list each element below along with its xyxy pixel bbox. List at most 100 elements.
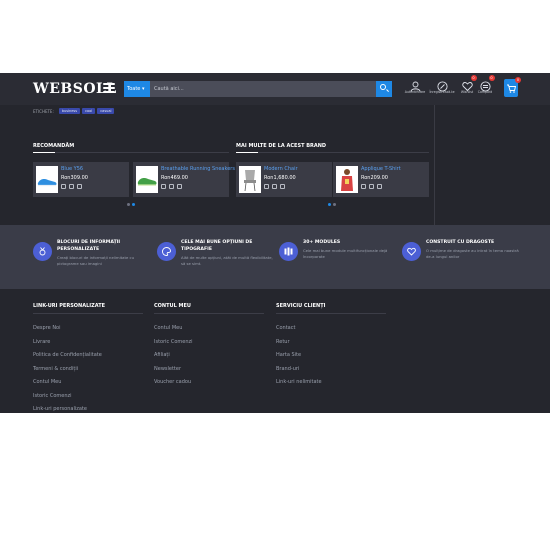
product-price: Ron1,680.00 <box>264 175 296 181</box>
wishlist-icon[interactable] <box>169 184 174 189</box>
tag-link[interactable]: casual <box>97 108 115 114</box>
footer-link[interactable]: Istoric Comenzi <box>33 393 143 407</box>
section-divider <box>33 152 229 153</box>
modules-icon <box>279 242 298 261</box>
cart-button[interactable]: 0 <box>504 77 521 97</box>
site-footer: LINK-URI PERSONALIZATE Despre Noi Livrar… <box>0 289 550 413</box>
footer-link[interactable]: Brand-uri <box>276 366 386 380</box>
tags-label: ETICHETE: <box>33 108 54 114</box>
search-input[interactable] <box>150 81 376 97</box>
footer-link[interactable]: Livrare <box>33 339 143 353</box>
footer-link[interactable]: Harta Site <box>276 352 386 366</box>
add-to-cart-icon[interactable] <box>61 184 66 189</box>
search-icon <box>380 84 386 90</box>
feature-description: Alăt de multe opțiuni, atât de multă fle… <box>181 255 273 266</box>
product-image[interactable] <box>136 166 158 193</box>
search-category-label: Toate <box>127 86 141 92</box>
feature-description: Cele mai bune module multifuncționale de… <box>303 248 388 259</box>
feature-title: CELE MAI BUNE OPȚIUNI DE TIPOGRAFIE <box>181 240 253 252</box>
compare-icon[interactable] <box>77 184 82 189</box>
add-to-cart-icon[interactable] <box>161 184 166 189</box>
footer-link[interactable]: Contul Meu <box>33 379 143 393</box>
feature-title: CONSTRUIT CU DRAGOSTE <box>426 240 495 245</box>
footer-link[interactable]: Retur <box>276 339 386 353</box>
account-icon <box>410 77 421 92</box>
wishlist-icon[interactable] <box>69 184 74 189</box>
section-title-recommended: RECOMANDĂM <box>33 143 75 149</box>
wishlist-icon[interactable] <box>272 184 277 189</box>
carousel-dot-active[interactable] <box>328 203 331 206</box>
footer-divider <box>276 313 386 314</box>
footer-link[interactable]: Politica de Confidențialitate <box>33 352 143 366</box>
compare-count-badge: 0 <box>488 75 495 81</box>
footer-link[interactable]: Afiliați <box>154 352 264 366</box>
header-compare[interactable]: 0 Compară <box>472 75 498 94</box>
add-to-cart-icon[interactable] <box>264 184 269 189</box>
footer-link[interactable]: Voucher cadou <box>154 379 264 393</box>
product-actions <box>161 184 182 189</box>
compare-icon: 0 <box>479 75 495 92</box>
tag-link[interactable]: business <box>58 108 81 114</box>
wishlist-icon: 0 <box>461 75 477 92</box>
palette-icon <box>157 242 176 261</box>
footer-link[interactable]: Link-uri personalizate <box>33 406 143 420</box>
footer-link[interactable]: Despre Noi <box>33 325 143 339</box>
carousel-dot[interactable] <box>127 203 130 206</box>
product-image[interactable] <box>336 166 358 193</box>
menu-icon[interactable] <box>103 83 115 93</box>
product-actions <box>264 184 285 189</box>
footer-link[interactable]: Newsletter <box>154 366 264 380</box>
product-card[interactable]: Blue Y56 Ron309.00 <box>33 162 129 197</box>
footer-link[interactable]: Contact <box>276 325 386 339</box>
search-category-select[interactable]: Toate ▾ <box>124 81 150 97</box>
product-name-link[interactable]: Breathable Running Sneakers <box>161 166 235 172</box>
product-card[interactable]: Applique T-Shirt Ron209.00 <box>333 162 429 197</box>
footer-link[interactable]: Termeni & condiții <box>33 366 143 380</box>
feature-description: O mulțime de dragoste au intrat în tema … <box>426 248 519 259</box>
product-extra-section: ETICHETE: business cool casual RECOMANDĂ… <box>0 105 550 225</box>
tags-row: ETICHETE: business cool casual <box>33 108 115 114</box>
product-name-link[interactable]: Modern Chair <box>264 166 298 172</box>
footer-link[interactable]: Link-uri nelimitate <box>276 379 386 393</box>
product-image[interactable] <box>36 166 58 193</box>
header-register[interactable]: Înregistrează-te <box>429 77 455 94</box>
product-card[interactable]: Breathable Running Sneakers Ron469.00 <box>133 162 235 197</box>
product-image[interactable] <box>239 166 261 193</box>
product-card[interactable]: Modern Chair Ron1,680.00 <box>236 162 332 197</box>
carousel-dot-active[interactable] <box>132 203 135 206</box>
page: WEBSOLL Toate ▾ Autentificare Înregistre… <box>0 0 550 550</box>
product-price: Ron309.00 <box>61 175 88 181</box>
add-to-cart-icon[interactable] <box>361 184 366 189</box>
section-title-brand: MAI MULTE DE LA ACEST BRAND <box>236 143 327 149</box>
wishlist-icon[interactable] <box>369 184 374 189</box>
search-button[interactable] <box>376 81 392 97</box>
register-icon <box>436 77 448 92</box>
product-name-link[interactable]: Blue Y56 <box>61 166 83 172</box>
compare-icon[interactable] <box>280 184 285 189</box>
carousel-dots <box>127 203 135 206</box>
features-band: BLOCURI DE INFORMAȚII PERSONALIZATE Crea… <box>0 225 550 289</box>
footer-link[interactable]: Istoric Comenzi <box>154 339 264 353</box>
compare-icon[interactable] <box>377 184 382 189</box>
product-actions <box>61 184 82 189</box>
footer-column-title: SERVICIU CLIENȚI <box>276 303 326 309</box>
feature-title: BLOCURI DE INFORMAȚII PERSONALIZATE <box>57 240 121 252</box>
header-account[interactable]: Autentificare <box>402 77 428 94</box>
medal-icon <box>33 242 52 261</box>
footer-divider <box>154 313 264 314</box>
feature-description: Creați blocuri de informații nelimitate … <box>57 255 134 266</box>
section-divider <box>236 152 429 153</box>
footer-link[interactable]: Contul Meu <box>154 325 264 339</box>
product-name-link[interactable]: Applique T-Shirt <box>361 166 401 172</box>
search-bar: Toate ▾ <box>124 81 392 97</box>
column-divider <box>434 105 435 225</box>
footer-column-customer-service: SERVICIU CLIENȚI Contact Retur Harta Sit… <box>276 303 386 393</box>
footer-column-title: CONTUL MEU <box>154 303 191 309</box>
footer-divider <box>33 313 143 314</box>
compare-icon[interactable] <box>177 184 182 189</box>
tag-link[interactable]: cool <box>82 108 96 114</box>
site-header: WEBSOLL Toate ▾ Autentificare Înregistre… <box>0 73 550 105</box>
carousel-dot[interactable] <box>333 203 336 206</box>
cart-count-badge: 0 <box>515 77 521 83</box>
feature-title: 30+ MODULES <box>303 240 341 245</box>
